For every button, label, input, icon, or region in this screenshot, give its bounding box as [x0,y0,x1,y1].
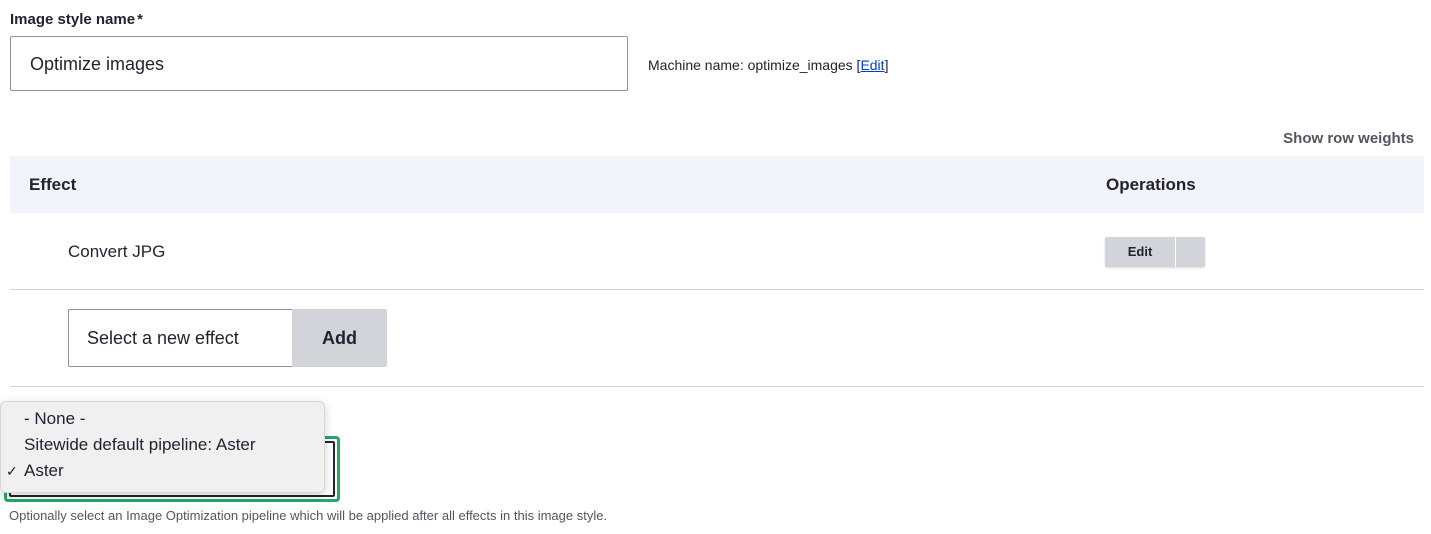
show-row-weights-button[interactable]: Show row weights [1283,130,1414,147]
pipeline-option-aster[interactable]: Aster [24,461,64,481]
table-row-divider [10,289,1424,290]
column-header-effect: Effect [29,175,77,194]
checkmark-icon: ✓ [6,463,18,479]
effect-name-cell: Convert JPG [68,242,166,261]
pipeline-description: Optionally select an Image Optimization … [9,508,608,523]
required-marker: * [137,11,143,28]
machine-name-edit-link[interactable]: Edit [860,57,884,73]
new-effect-select[interactable]: Select a new effect [68,309,293,367]
table-bottom-divider [10,386,1424,387]
edit-effect-button[interactable]: Edit [1105,237,1175,267]
pipeline-dropdown-menu: - None - Sitewide default pipeline: Aste… [0,401,325,493]
table-header [10,156,1424,213]
machine-name-text: Machine name: optimize_images [ [648,57,861,73]
column-header-operations: Operations [1106,175,1196,194]
label-text: Image style name [10,11,136,28]
add-effect-button[interactable]: Add [292,309,387,367]
operations-dropbutton: Edit [1105,237,1205,267]
machine-name-suffix: ] [884,57,889,73]
pipeline-option-none[interactable]: - None - [24,409,85,429]
pipeline-option-sitewide-default[interactable]: Sitewide default pipeline: Aster [24,435,256,455]
image-style-name-label: Image style name * [10,11,143,28]
dropbutton-toggle[interactable] [1176,237,1205,267]
image-style-name-input[interactable]: Optimize images [10,36,628,91]
machine-name: Machine name: optimize_images [Edit] [648,57,888,73]
